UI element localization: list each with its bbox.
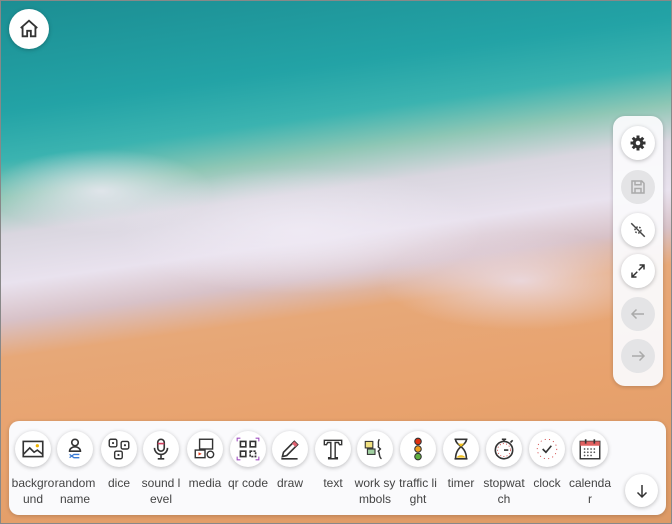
arrow-down-icon bbox=[636, 484, 647, 498]
tool-background-button[interactable] bbox=[15, 431, 51, 467]
home-button[interactable] bbox=[9, 9, 49, 49]
fullscreen-button[interactable] bbox=[621, 254, 655, 288]
tool-text[interactable]: text bbox=[311, 431, 355, 491]
hourglass-icon bbox=[454, 438, 468, 460]
collapse-toolbar-button[interactable] bbox=[625, 474, 658, 507]
home-icon bbox=[20, 19, 38, 38]
tool-random-name[interactable]: random name bbox=[53, 431, 97, 507]
tool-sound-level-button[interactable] bbox=[143, 431, 179, 467]
tool-dice-button[interactable] bbox=[101, 431, 137, 467]
tool-label: clock bbox=[533, 476, 561, 490]
tool-label: dice bbox=[107, 476, 130, 490]
tool-sound-level[interactable]: sound level bbox=[139, 431, 183, 507]
tool-label: text bbox=[323, 476, 343, 490]
tool-qr-code-button[interactable] bbox=[230, 431, 266, 467]
traffic-light-icon bbox=[414, 437, 422, 461]
tool-calendar[interactable]: calendar bbox=[568, 431, 612, 507]
tool-label: calendar bbox=[568, 476, 612, 506]
tool-timer[interactable]: timer bbox=[439, 431, 483, 491]
tool-label: timer bbox=[447, 476, 475, 490]
tool-calendar-button[interactable] bbox=[572, 431, 608, 467]
tool-label: random name bbox=[54, 476, 96, 506]
tool-label: traffic light bbox=[399, 476, 437, 506]
dice-icon bbox=[108, 438, 130, 460]
tool-label: media bbox=[188, 476, 222, 490]
image-icon bbox=[22, 440, 44, 458]
calendar-icon bbox=[579, 439, 601, 460]
pencil-icon bbox=[281, 440, 299, 460]
tool-draw[interactable]: draw bbox=[268, 431, 312, 491]
tool-qr-code[interactable]: qr code bbox=[226, 431, 270, 491]
expand-icon bbox=[631, 264, 645, 278]
stopwatch-icon bbox=[494, 438, 514, 460]
tool-label: qr code bbox=[227, 476, 269, 490]
tool-draw-button[interactable] bbox=[272, 431, 308, 467]
tool-stopwatch-button[interactable] bbox=[486, 431, 522, 467]
microphone-icon bbox=[153, 438, 169, 460]
tool-label: work symbols bbox=[354, 476, 396, 506]
tool-background[interactable]: background bbox=[11, 431, 55, 507]
undo-button[interactable] bbox=[621, 297, 655, 331]
work-symbols-icon bbox=[364, 438, 382, 460]
redo-button[interactable] bbox=[621, 339, 655, 373]
eye-off-icon bbox=[630, 222, 646, 238]
save-icon bbox=[631, 180, 645, 194]
save-button[interactable] bbox=[621, 170, 655, 204]
media-icon bbox=[194, 438, 215, 459]
tool-stopwatch[interactable]: stopwatch bbox=[482, 431, 526, 507]
tool-work-symbols-button[interactable] bbox=[357, 431, 393, 467]
tool-traffic-light-button[interactable] bbox=[400, 431, 436, 467]
tool-clock[interactable]: clock bbox=[525, 431, 569, 491]
arrow-right-icon bbox=[632, 350, 646, 362]
side-panel bbox=[613, 116, 663, 386]
settings-button[interactable] bbox=[621, 126, 655, 160]
gear-icon bbox=[630, 135, 646, 151]
tool-work-symbols[interactable]: work symbols bbox=[353, 431, 397, 507]
tool-text-button[interactable] bbox=[315, 431, 351, 467]
arrow-left-icon bbox=[630, 308, 644, 320]
hide-widgets-button[interactable] bbox=[621, 213, 655, 247]
qr-code-icon bbox=[236, 437, 260, 461]
tool-label: draw bbox=[276, 476, 303, 490]
tool-media[interactable]: media bbox=[183, 431, 227, 491]
tool-label: background bbox=[11, 476, 55, 506]
tool-traffic-light[interactable]: traffic light bbox=[396, 431, 440, 507]
person-shuffle-icon bbox=[68, 438, 82, 459]
text-icon bbox=[323, 439, 343, 460]
tool-timer-button[interactable] bbox=[443, 431, 479, 467]
tool-random-name-button[interactable] bbox=[57, 431, 93, 467]
tool-media-button[interactable] bbox=[187, 431, 223, 467]
clock-icon bbox=[536, 438, 558, 460]
tool-dice[interactable]: dice bbox=[97, 431, 141, 491]
tool-label: sound level bbox=[141, 476, 181, 506]
tool-clock-button[interactable] bbox=[529, 431, 565, 467]
tool-label: stopwatch bbox=[483, 476, 525, 506]
widget-toolbar: background random name dice sound level medi… bbox=[9, 421, 666, 515]
